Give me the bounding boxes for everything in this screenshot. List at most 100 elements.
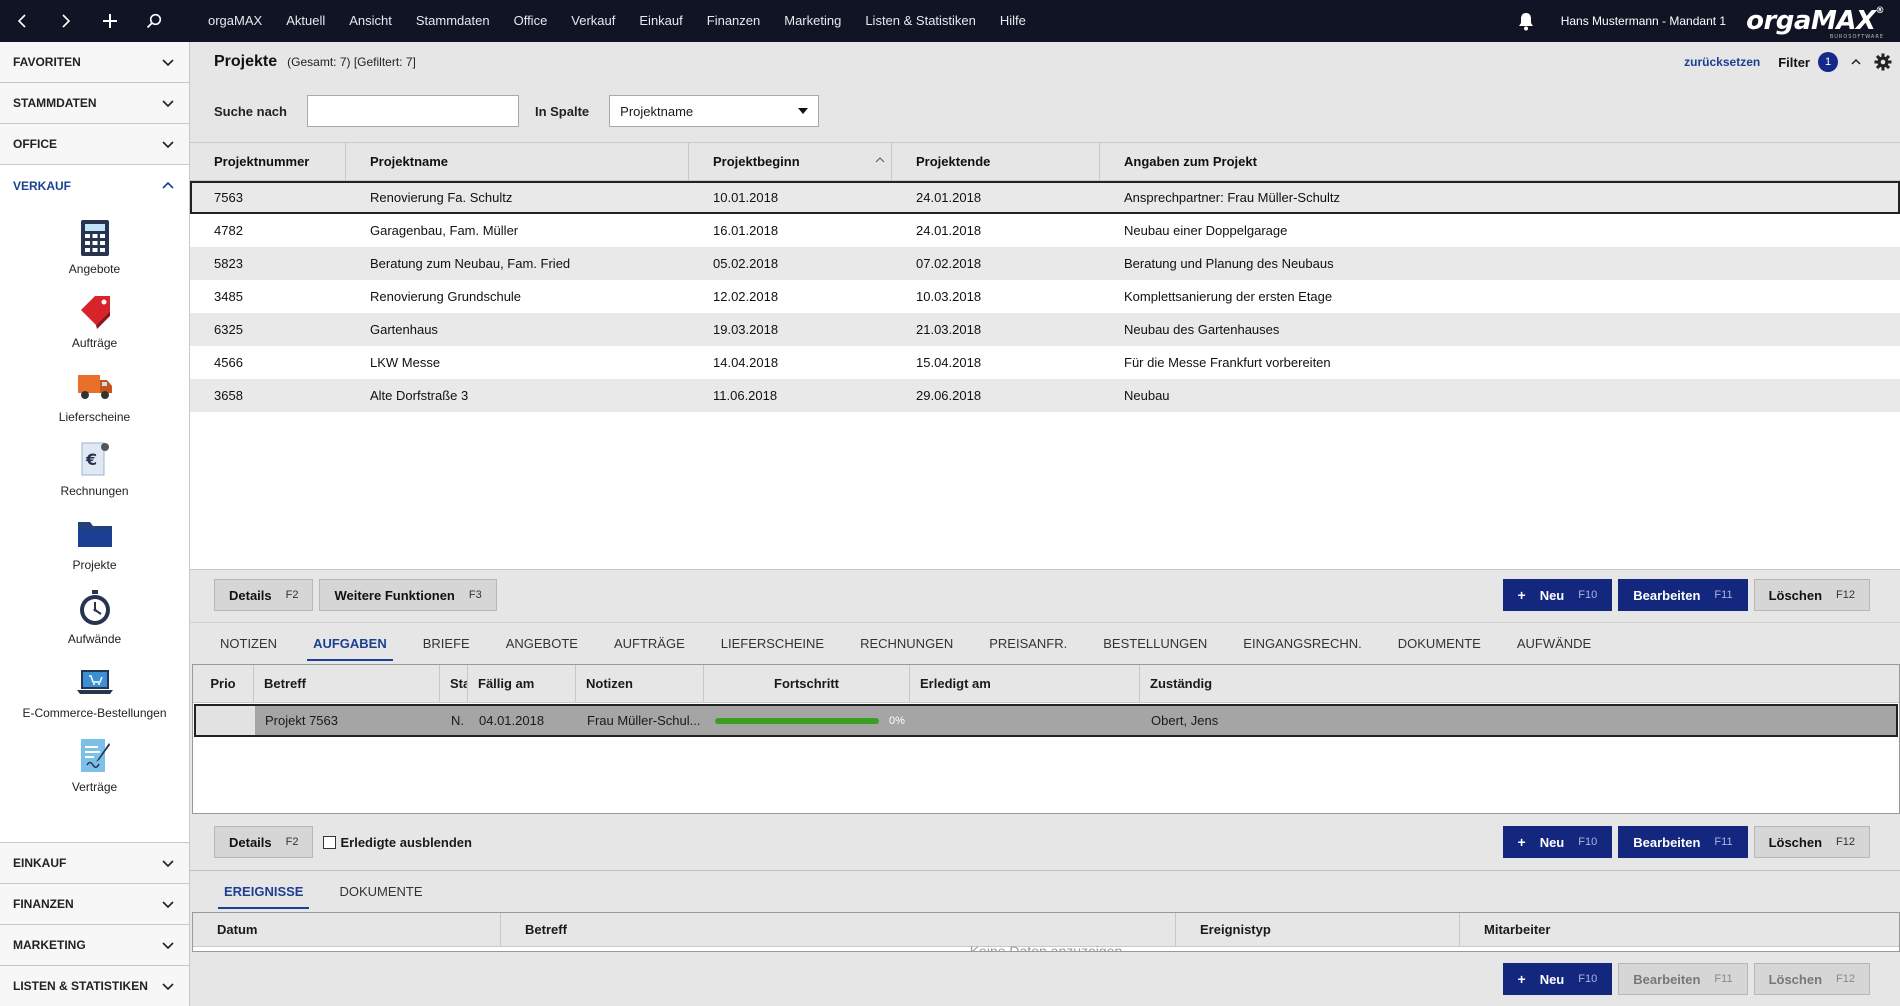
checkbox-box[interactable] — [323, 835, 337, 849]
notifications-button[interactable] — [1511, 0, 1541, 42]
table-row[interactable]: 3485 Renovierung Grundschule 12.02.2018 … — [190, 280, 1900, 313]
column-header-projektende[interactable]: Projektende — [892, 143, 1100, 180]
delete-button[interactable]: Löschen F12 — [1753, 963, 1870, 995]
reset-filter-link[interactable]: zurücksetzen — [1684, 55, 1760, 69]
details-button[interactable]: Details F2 — [214, 826, 314, 858]
tab-eingangsrechnungen[interactable]: EINGANGSRECHN. — [1243, 623, 1361, 665]
sidebar-item-ecommerce-bestellungen[interactable]: E-Commerce-Bestellungen — [0, 654, 189, 728]
column-header-mitarbeiter[interactable]: Mitarbeiter — [1460, 913, 1899, 946]
tab-notizen[interactable]: NOTIZEN — [220, 623, 277, 665]
column-header-erledigt[interactable]: Erledigt am — [910, 665, 1140, 702]
tab-aufgaben[interactable]: AUFGABEN — [307, 623, 393, 665]
delete-button[interactable]: Löschen F12 — [1753, 826, 1870, 858]
sidebar-section-finanzen[interactable]: FINANZEN — [0, 883, 189, 924]
gear-icon[interactable] — [1874, 53, 1892, 71]
column-header-fortschritt[interactable]: Fortschritt — [704, 665, 910, 702]
menu-item-stammdaten[interactable]: Stammdaten — [404, 0, 502, 42]
chevron-up-icon[interactable] — [1850, 56, 1862, 68]
sidebar-item-lieferscheine[interactable]: Lieferscheine — [0, 358, 189, 432]
column-select[interactable]: Projektname — [609, 95, 820, 127]
tab-angebote[interactable]: ANGEBOTE — [506, 623, 578, 665]
tab-auftraege[interactable]: AUFTRÄGE — [614, 623, 685, 665]
menu-item-verkauf[interactable]: Verkauf — [559, 0, 627, 42]
sidebar-section-office[interactable]: OFFICE — [0, 124, 189, 165]
menu-item-finanzen[interactable]: Finanzen — [695, 0, 772, 42]
tab-rechnungen[interactable]: RECHNUNGEN — [860, 623, 953, 665]
new-button[interactable]: + Neu F10 — [1502, 579, 1613, 611]
column-header-projektname[interactable]: Projektname — [346, 143, 689, 180]
empty-state-text: Keine Daten anzuzeigen — [969, 943, 1123, 952]
table-row[interactable]: 7563 Renovierung Fa. Schultz 10.01.2018 … — [190, 181, 1900, 214]
column-header-status[interactable]: Stat — [440, 665, 468, 702]
table-row[interactable]: 3658 Alte Dorfstraße 3 11.06.2018 29.06.… — [190, 379, 1900, 412]
column-header-prio[interactable]: Prio — [193, 665, 254, 702]
tab-ereignisse[interactable]: EREIGNISSE — [217, 871, 310, 913]
sidebar-section-favoriten[interactable]: FAVORITEN — [0, 42, 189, 83]
forward-button[interactable] — [44, 0, 88, 42]
sidebar-section-verkauf[interactable]: VERKAUF — [0, 165, 189, 206]
menu-item-einkauf[interactable]: Einkauf — [627, 0, 694, 42]
edit-button[interactable]: Bearbeiten F11 — [1618, 579, 1748, 611]
menu-item-hilfe[interactable]: Hilfe — [988, 0, 1038, 42]
more-functions-button[interactable]: Weitere Funktionen F3 — [319, 579, 497, 611]
cell-fortschritt: 0% — [705, 704, 911, 737]
column-header-faellig[interactable]: Fällig am — [468, 665, 576, 702]
filter-button[interactable]: Filter — [1778, 55, 1810, 70]
tab-aufwaende[interactable]: AUFWÄNDE — [1517, 623, 1591, 665]
sidebar-section-listen-statistiken[interactable]: LISTEN & STATISTIKEN — [0, 965, 189, 1006]
back-button[interactable] — [0, 0, 44, 42]
sidebar-item-vertraege[interactable]: Verträge — [0, 728, 189, 802]
column-header-projektnummer[interactable]: Projektnummer — [190, 143, 346, 180]
sidebar-section-marketing[interactable]: MARKETING — [0, 924, 189, 965]
sidebar-section-stammdaten[interactable]: STAMMDATEN — [0, 83, 189, 124]
column-header-zustaendig[interactable]: Zuständig — [1140, 665, 1899, 702]
add-button[interactable] — [88, 0, 132, 42]
column-header-projektbeginn[interactable]: Projektbeginn — [689, 143, 892, 180]
sidebar-section-einkauf[interactable]: EINKAUF — [0, 842, 189, 883]
hide-completed-checkbox[interactable]: Erledigte ausblenden — [323, 835, 472, 850]
search-button[interactable] — [132, 0, 176, 42]
menu-item-aktuell[interactable]: Aktuell — [274, 0, 337, 42]
sidebar-item-projekte[interactable]: Projekte — [0, 506, 189, 580]
table-row[interactable]: 4782 Garagenbau, Fam. Müller 16.01.2018 … — [190, 214, 1900, 247]
tab-preisanfragen[interactable]: PREISANFR. — [989, 623, 1067, 665]
tab-dokumente[interactable]: DOKUMENTE — [1398, 623, 1481, 665]
column-header-betreff[interactable]: Betreff — [501, 913, 1176, 946]
menu-item-marketing[interactable]: Marketing — [772, 0, 853, 42]
cell-projektname: Renovierung Fa. Schultz — [370, 190, 513, 205]
menu-item-office[interactable]: Office — [502, 0, 560, 42]
new-button[interactable]: + Neu F10 — [1502, 963, 1613, 995]
sidebar-item-aufwaende[interactable]: Aufwände — [0, 580, 189, 654]
menu-item-ansicht[interactable]: Ansicht — [337, 0, 404, 42]
cell-projektnummer: 3485 — [214, 289, 243, 304]
column-header-datum[interactable]: Datum — [193, 913, 501, 946]
sidebar-item-angebote[interactable]: Angebote — [0, 210, 189, 284]
chevron-right-icon — [62, 14, 71, 28]
tab-lieferscheine[interactable]: LIEFERSCHEINE — [721, 623, 824, 665]
sidebar-item-rechnungen[interactable]: € Rechnungen — [0, 432, 189, 506]
new-button[interactable]: + Neu F10 — [1502, 826, 1613, 858]
menu-item-orgamax[interactable]: orgaMAX — [190, 0, 274, 42]
tab-dokumente[interactable]: DOKUMENTE — [339, 871, 422, 913]
tab-bestellungen[interactable]: BESTELLUNGEN — [1103, 623, 1207, 665]
table-row[interactable]: 6325 Gartenhaus 19.03.2018 21.03.2018 Ne… — [190, 313, 1900, 346]
sidebar-item-auftraege[interactable]: Aufträge — [0, 284, 189, 358]
table-row[interactable]: 5823 Beratung zum Neubau, Fam. Fried 05.… — [190, 247, 1900, 280]
details-button[interactable]: Details F2 — [214, 579, 314, 611]
table-row[interactable]: Projekt 7563 N. 04.01.2018 Frau Müller-S… — [194, 704, 1898, 737]
column-header-angaben[interactable]: Angaben zum Projekt — [1100, 143, 1900, 180]
cell-projektnummer: 4566 — [214, 355, 243, 370]
edit-button[interactable]: Bearbeiten F11 — [1618, 826, 1748, 858]
delete-button[interactable]: Löschen F12 — [1753, 579, 1870, 611]
search-input[interactable] — [306, 95, 519, 127]
user-account[interactable]: Hans Mustermann - Mandant 1 — [1561, 14, 1726, 28]
column-header-notizen[interactable]: Notizen — [576, 665, 704, 702]
column-header-ereignistyp[interactable]: Ereignistyp — [1176, 913, 1460, 946]
cell-projektname: Gartenhaus — [370, 322, 438, 337]
topbar-right: Hans Mustermann - Mandant 1 orgaMAX® BURO… — [1511, 0, 1900, 42]
menu-item-listen-statistiken[interactable]: Listen & Statistiken — [853, 0, 988, 42]
tab-briefe[interactable]: BRIEFE — [423, 623, 470, 665]
column-header-betreff[interactable]: Betreff — [254, 665, 440, 702]
edit-button[interactable]: Bearbeiten F11 — [1618, 963, 1748, 995]
table-row[interactable]: 4566 LKW Messe 14.04.2018 15.04.2018 Für… — [190, 346, 1900, 379]
